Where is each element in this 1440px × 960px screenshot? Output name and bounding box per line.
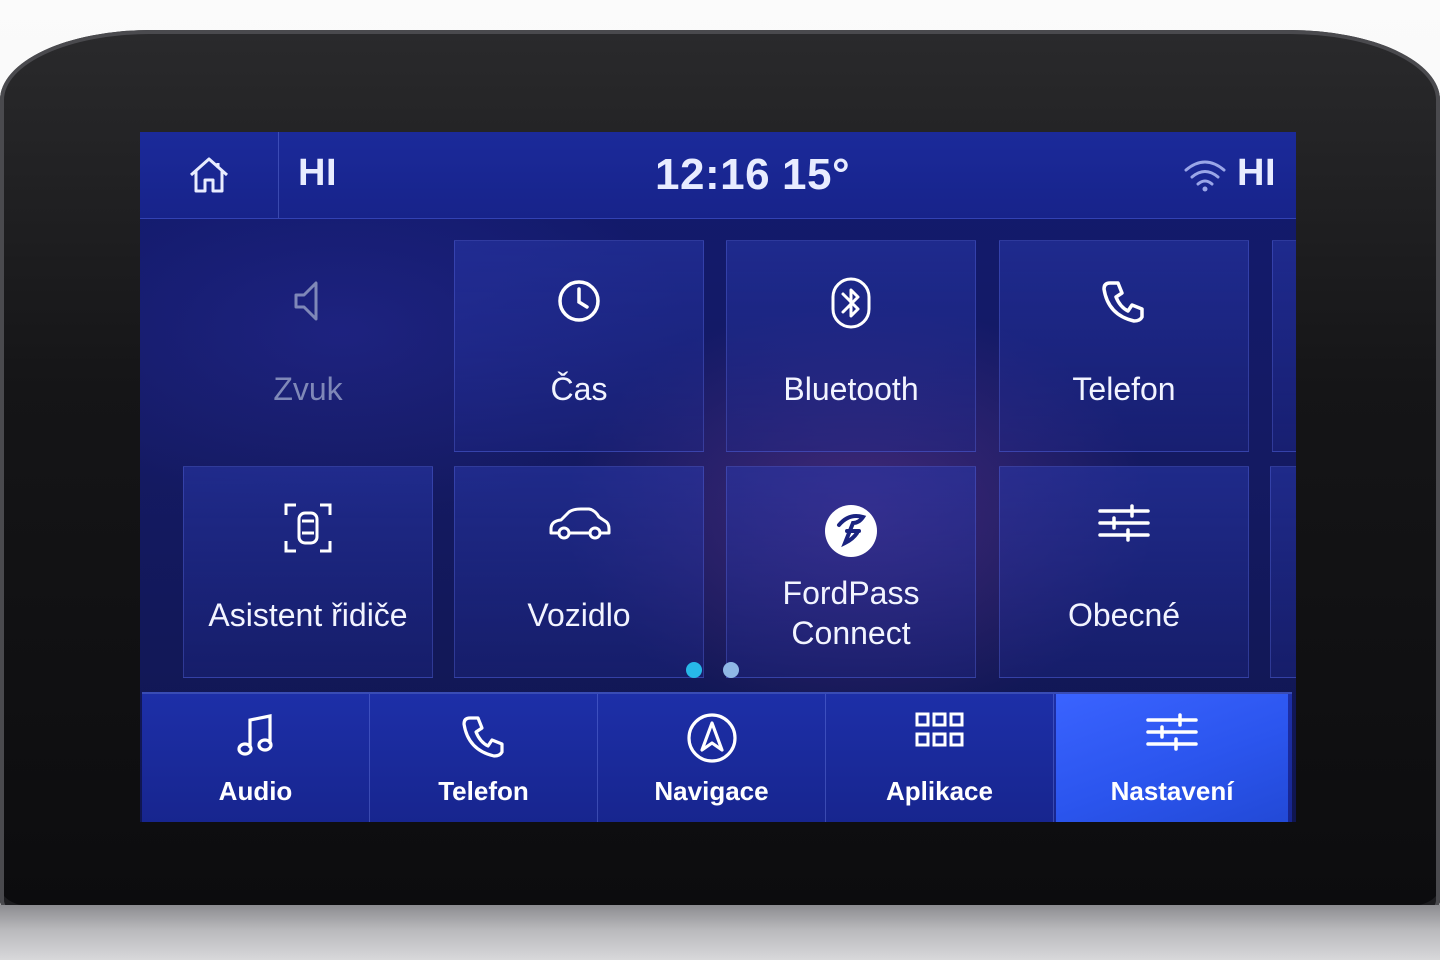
music-note-icon bbox=[236, 712, 276, 764]
tile-label: Vozidlo bbox=[527, 597, 631, 633]
tile-fordpass-connect[interactable]: FordPass Connect bbox=[726, 466, 976, 678]
clock-icon bbox=[555, 277, 603, 333]
nav-label: Nastavení bbox=[1110, 776, 1234, 806]
next-page-peek bbox=[1270, 466, 1296, 678]
nav-label: Aplikace bbox=[886, 776, 993, 806]
nav-aplikace[interactable]: Aplikace bbox=[826, 694, 1054, 822]
status-bar: HI 12:16 15° HI bbox=[140, 132, 1296, 219]
nav-navigace[interactable]: Navigace bbox=[598, 694, 826, 822]
tile-telefon[interactable]: Telefon bbox=[999, 240, 1249, 452]
nav-label: Audio bbox=[218, 776, 293, 806]
tile-label-line1: FordPass bbox=[782, 575, 920, 611]
settings-sliders-icon bbox=[1146, 712, 1198, 764]
tile-zvuk[interactable]: Zvuk bbox=[183, 240, 433, 452]
tile-label: Čas bbox=[550, 371, 608, 407]
nav-label: Navigace bbox=[654, 776, 769, 806]
next-page-peek bbox=[1272, 240, 1296, 452]
clock-time: 12:16 bbox=[655, 150, 771, 199]
bottom-navigation: Audio Telefon Navigace Aplikace Nastaven… bbox=[142, 692, 1292, 822]
status-right-label: HI bbox=[1237, 152, 1276, 194]
page-dot-active[interactable] bbox=[686, 662, 702, 678]
fordpass-icon bbox=[823, 503, 879, 559]
tile-label-line2: Connect bbox=[791, 615, 911, 651]
sliders-icon bbox=[1098, 503, 1150, 559]
tile-cas[interactable]: Čas bbox=[454, 240, 704, 452]
driver-assist-icon bbox=[284, 503, 332, 559]
speaker-icon bbox=[288, 277, 328, 333]
tile-bluetooth[interactable]: Bluetooth bbox=[726, 240, 976, 452]
tile-label: Asistent řidiče bbox=[208, 597, 408, 633]
tile-label: Bluetooth bbox=[783, 371, 919, 407]
tile-asistent-ridice[interactable]: Asistent řidiče bbox=[183, 466, 433, 678]
home-icon bbox=[187, 155, 231, 195]
outside-temperature: 15° bbox=[782, 150, 851, 199]
page-dot[interactable] bbox=[723, 662, 739, 678]
tile-label: Obecné bbox=[1067, 597, 1181, 633]
phone-icon bbox=[460, 712, 508, 764]
apps-grid-icon bbox=[915, 712, 965, 764]
bezel-trim bbox=[0, 905, 1440, 960]
nav-audio[interactable]: Audio bbox=[142, 694, 370, 822]
infotainment-screen: HI 12:16 15° HI Zvuk Čas Bluetooth Telef… bbox=[140, 132, 1296, 822]
home-button[interactable] bbox=[140, 132, 279, 218]
status-left-label: HI bbox=[298, 152, 337, 194]
car-icon bbox=[547, 503, 611, 559]
bluetooth-icon bbox=[829, 277, 873, 333]
tile-vozidlo[interactable]: Vozidlo bbox=[454, 466, 704, 678]
navigation-icon bbox=[686, 712, 738, 764]
nav-telefon[interactable]: Telefon bbox=[370, 694, 598, 822]
phone-icon bbox=[1100, 277, 1148, 333]
nav-label: Telefon bbox=[438, 776, 529, 806]
wifi-icon bbox=[1182, 156, 1228, 194]
tile-obecne[interactable]: Obecné bbox=[999, 466, 1249, 678]
tile-label: FordPass Connect bbox=[727, 573, 975, 653]
nav-nastaveni[interactable]: Nastavení bbox=[1056, 694, 1288, 822]
tile-label: Telefon bbox=[1072, 371, 1176, 407]
tile-label: Zvuk bbox=[273, 371, 343, 407]
